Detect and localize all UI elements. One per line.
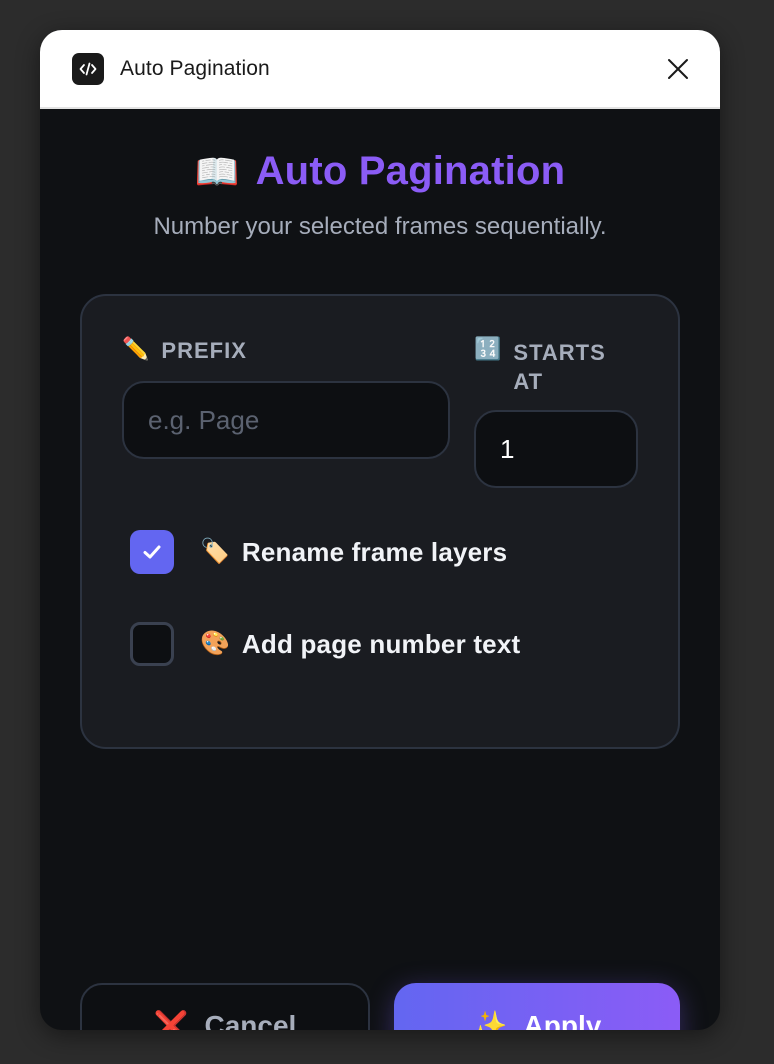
prefix-input[interactable] [122, 381, 450, 459]
rename-frame-layers-option[interactable]: 🏷️ Rename frame layers [130, 529, 507, 575]
cancel-button[interactable]: ❌ Cancel [80, 983, 370, 1030]
plugin-content: 📖 Auto Pagination Number your selected f… [40, 109, 720, 1030]
page-heading: 📖 Auto Pagination [40, 149, 720, 194]
starts-at-label-text: STARTS AT [513, 340, 606, 394]
settings-card: ✏️ PREFIX 🔢 STARTS AT 🏷️ Rename frame la… [80, 294, 680, 749]
book-icon: 📖 [194, 150, 240, 192]
page-title: Auto Pagination [255, 149, 566, 193]
close-icon [668, 58, 688, 79]
label-tag-icon: 🏷️ [200, 538, 230, 565]
code-icon [72, 52, 104, 85]
add-page-number-text-option[interactable]: 🎨 Add page number text [130, 621, 520, 667]
add-page-number-text-label: Add page number text [241, 628, 521, 659]
title-bar: Auto Pagination [40, 30, 720, 109]
numbers-icon: 🔢 [474, 336, 502, 361]
add-page-number-text-checkbox[interactable] [130, 622, 174, 666]
starts-at-label: 🔢 STARTS AT [474, 338, 634, 396]
close-button[interactable] [662, 53, 694, 85]
starts-at-input[interactable] [474, 410, 638, 488]
plugin-window: Auto Pagination 📖 Auto Pagination Number… [40, 30, 720, 1030]
cross-mark-icon: ❌ [153, 1010, 189, 1031]
prefix-label-text: PREFIX [161, 338, 247, 363]
rename-frame-layers-label: Rename frame layers [241, 536, 508, 567]
apply-button-label: Apply [523, 1010, 602, 1030]
apply-button[interactable]: ✨ Apply [394, 983, 680, 1030]
sparkles-icon: ✨ [472, 1010, 508, 1031]
rename-frame-layers-checkbox[interactable] [130, 530, 174, 574]
window-title: Auto Pagination [120, 56, 270, 80]
palette-icon: 🎨 [200, 630, 230, 657]
checkmark-icon [143, 545, 161, 559]
prefix-label: ✏️ PREFIX [122, 338, 247, 364]
cancel-button-label: Cancel [204, 1010, 297, 1030]
pencil-icon: ✏️ [122, 336, 150, 361]
page-subtitle: Number your selected frames sequentially… [153, 213, 607, 240]
